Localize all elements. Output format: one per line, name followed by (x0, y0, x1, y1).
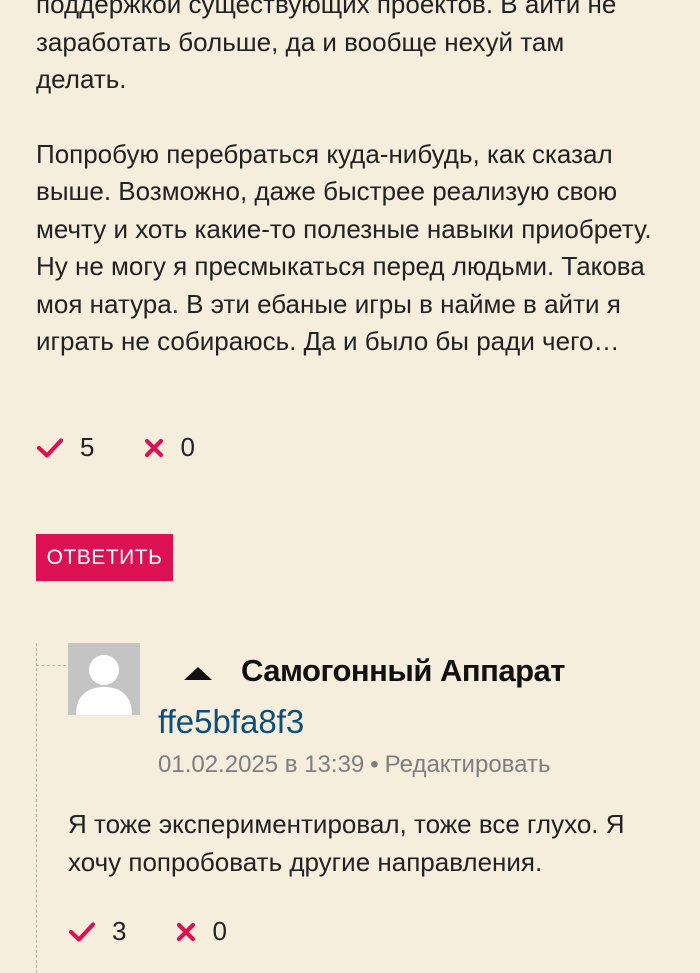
post-upvote-count: 5 (80, 432, 95, 462)
check-icon (68, 921, 96, 942)
post-paragraph: Попробую перебраться куда-нибудь, как ск… (36, 138, 652, 357)
comment-upvote-count: 3 (112, 916, 127, 946)
post-votes: 5 0 (36, 432, 195, 463)
check-icon (36, 437, 64, 458)
avatar (68, 643, 140, 715)
post-downvote-count: 0 (180, 432, 195, 462)
meta-separator: • (370, 751, 379, 778)
thread-line (36, 643, 37, 973)
post-downvote-button[interactable]: 0 (144, 432, 195, 463)
comment-author: Самогонный Аппарат (241, 653, 565, 688)
post-paragraph: поддержкой существующих проектов. В айти… (36, 0, 617, 94)
user-placeholder-icon (76, 655, 132, 715)
cross-icon (145, 438, 164, 457)
comment-upvote-button[interactable]: 3 (68, 916, 126, 947)
cross-icon (177, 922, 196, 941)
post-upvote-button[interactable]: 5 (36, 432, 94, 463)
edit-link[interactable]: Редактировать (385, 751, 551, 779)
comment-votes: 3 0 (68, 916, 227, 947)
comment-downvote-count: 0 (212, 916, 227, 946)
comment-date[interactable]: 01.02.2025 в 13:39 (158, 751, 364, 779)
post-body: поддержкой существующих проектов. В айти… (36, 0, 656, 361)
caret-up-icon[interactable] (184, 667, 212, 680)
comment-body: Я тоже экспериментировал, тоже все глухо… (68, 809, 625, 877)
comment-downvote-button[interactable]: 0 (176, 916, 227, 947)
comment-meta: 01.02.2025 в 13:39 • Редактировать (158, 751, 550, 779)
reply-button[interactable]: ОТВЕТИТЬ (36, 534, 173, 581)
comments-page: поддержкой существующих проектов. В айти… (0, 0, 700, 973)
thread-connector (36, 665, 66, 666)
comment-user-link[interactable]: ffe5bfa8f3 (158, 703, 304, 741)
